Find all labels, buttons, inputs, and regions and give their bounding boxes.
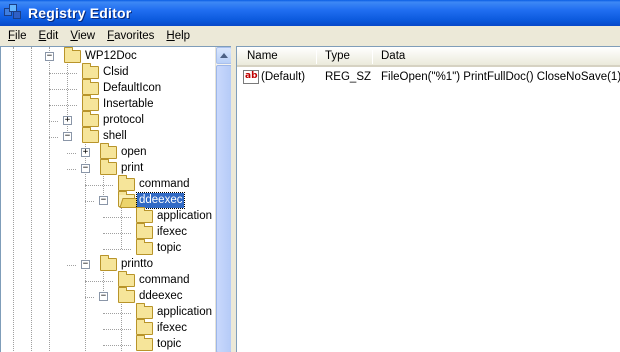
- title-bar[interactable]: Registry Editor: [0, 0, 620, 26]
- tree-item[interactable]: DefaultIcon: [1, 79, 213, 97]
- menu-favorites[interactable]: Favorites: [101, 30, 160, 42]
- values-list[interactable]: Name Type Data ab (Default) REG_SZ FileO…: [236, 46, 620, 352]
- scroll-thumb[interactable]: [216, 65, 231, 352]
- tree-item-label: command: [139, 178, 190, 190]
- column-divider[interactable]: [372, 50, 373, 64]
- tree-item-label: topic: [157, 242, 182, 254]
- value-type: REG_SZ: [325, 71, 372, 83]
- collapse-icon[interactable]: −: [81, 164, 90, 173]
- tree-item[interactable]: Insertable: [1, 95, 213, 113]
- folder-icon: [136, 223, 153, 239]
- registry-editor-icon: [4, 4, 22, 22]
- registry-tree[interactable]: − WP12Doc Clsid DefaultIcon Insertable + proto…: [0, 46, 231, 352]
- collapse-icon[interactable]: −: [63, 132, 72, 141]
- tree-item-label: DefaultIcon: [103, 82, 162, 94]
- folder-icon: [118, 271, 135, 287]
- up-arrow-icon: [220, 53, 228, 58]
- collapse-icon[interactable]: −: [81, 260, 90, 269]
- column-header-data[interactable]: Data: [381, 50, 405, 62]
- folder-icon: [82, 111, 99, 127]
- folder-icon: [136, 207, 153, 223]
- tree-item-label: protocol: [103, 114, 144, 126]
- expand-icon[interactable]: +: [81, 148, 90, 157]
- collapse-icon[interactable]: −: [99, 292, 108, 301]
- column-header-type[interactable]: Type: [325, 50, 350, 62]
- tree-item-label: printto: [121, 258, 153, 270]
- folder-icon: [64, 47, 81, 63]
- folder-icon: [82, 79, 99, 95]
- tree-item[interactable]: topic: [1, 335, 213, 352]
- folder-icon: [82, 95, 99, 111]
- tree-item[interactable]: application: [1, 207, 213, 225]
- tree-vertical-scrollbar[interactable]: [215, 47, 231, 352]
- tree-item-label: application: [157, 306, 212, 318]
- tree-item-label: application: [157, 210, 212, 222]
- tree-item[interactable]: − ddeexec: [1, 287, 213, 305]
- scroll-up-button[interactable]: [216, 47, 231, 64]
- folder-icon: [100, 143, 117, 159]
- tree-item-label: command: [139, 274, 190, 286]
- tree-item-label: Insertable: [103, 98, 154, 110]
- tree-item[interactable]: command: [1, 271, 213, 289]
- menu-file[interactable]: File: [2, 30, 33, 42]
- folder-icon: [82, 127, 99, 143]
- folder-icon: [136, 335, 153, 351]
- folder-icon: [118, 175, 135, 191]
- tree-item[interactable]: − print: [1, 159, 213, 177]
- window-title: Registry Editor: [28, 5, 132, 21]
- folder-icon: [118, 287, 135, 303]
- pane-area: − WP12Doc Clsid DefaultIcon Insertable + proto…: [0, 45, 620, 352]
- tree-item[interactable]: command: [1, 175, 213, 193]
- value-data: FileOpen("%1") PrintFullDoc() CloseNoSav…: [381, 71, 620, 83]
- tree-item[interactable]: ifexec: [1, 223, 213, 241]
- tree-item-label: shell: [103, 130, 127, 142]
- tree-item-label: open: [121, 146, 147, 158]
- menu-edit[interactable]: Edit: [33, 30, 65, 42]
- tree-item-label: ddeexec: [139, 290, 183, 302]
- string-value-icon: ab: [243, 70, 259, 84]
- tree-item-label: topic: [157, 338, 182, 350]
- value-name: (Default): [261, 71, 306, 83]
- folder-icon: [100, 255, 117, 271]
- folder-icon: [100, 159, 117, 175]
- folder-icon: [136, 319, 153, 335]
- menu-help[interactable]: Help: [160, 30, 196, 42]
- tree-item[interactable]: Clsid: [1, 63, 213, 81]
- list-item[interactable]: ab (Default) REG_SZ FileOpen("%1") Print…: [237, 69, 620, 86]
- tree-item-label: ifexec: [157, 322, 188, 334]
- tree-item[interactable]: ifexec: [1, 319, 213, 337]
- tree-item-label: ddeexec: [135, 192, 186, 209]
- menu-bar: File Edit View Favorites Help: [0, 26, 620, 45]
- tree-item[interactable]: − ddeexec: [1, 191, 213, 209]
- tree-item-label: print: [121, 162, 144, 174]
- column-divider[interactable]: [316, 50, 317, 64]
- column-header-name[interactable]: Name: [247, 50, 278, 62]
- tree-item-label: Clsid: [103, 66, 129, 78]
- list-header: Name Type Data: [237, 47, 620, 67]
- folder-open-icon: [118, 191, 135, 207]
- menu-view[interactable]: View: [64, 30, 101, 42]
- tree-item[interactable]: application: [1, 303, 213, 321]
- tree-item-label: ifexec: [157, 226, 188, 238]
- tree-item[interactable]: − printto: [1, 255, 213, 273]
- tree-item[interactable]: + protocol: [1, 111, 213, 129]
- folder-icon: [82, 63, 99, 79]
- folder-icon: [136, 303, 153, 319]
- collapse-icon[interactable]: −: [99, 196, 108, 205]
- collapse-icon[interactable]: −: [45, 52, 54, 61]
- tree-item-label: WP12Doc: [85, 50, 137, 62]
- folder-icon: [136, 239, 153, 255]
- tree-item[interactable]: − WP12Doc: [1, 47, 213, 65]
- expand-icon[interactable]: +: [63, 116, 72, 125]
